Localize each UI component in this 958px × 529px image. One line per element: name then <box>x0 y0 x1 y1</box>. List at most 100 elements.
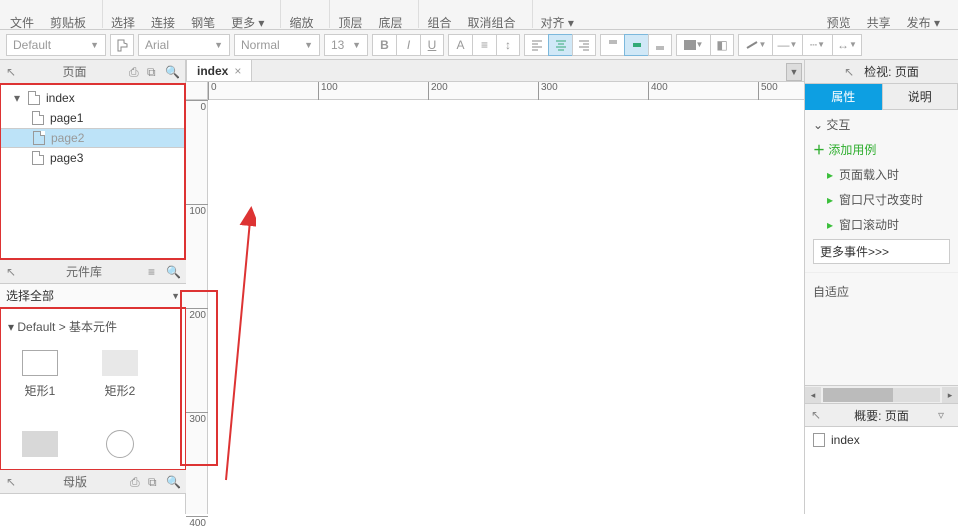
bullets-button[interactable]: ≡ <box>472 34 496 56</box>
line-width-button[interactable]: — ▼ <box>772 34 802 56</box>
connect-tool[interactable]: 连接 <box>147 0 179 31</box>
style-paint-button[interactable] <box>110 34 134 56</box>
align-right-button[interactable] <box>572 34 596 56</box>
search-icon[interactable]: 🔍 <box>165 65 179 79</box>
clipboard-group[interactable]: 剪贴板 <box>46 0 90 31</box>
interactions-header[interactable]: ⌄ 交互 <box>813 116 950 133</box>
event-resize[interactable]: ▸窗口尺寸改变时 <box>813 191 950 208</box>
group-button[interactable]: 组合 <box>423 0 455 31</box>
zoom-control[interactable]: 缩放 <box>285 0 317 31</box>
align-menu[interactable]: 对齐 ▾ <box>537 0 578 31</box>
v-align-group <box>600 34 672 56</box>
publish-menu[interactable]: 发布 ▾ <box>903 0 944 31</box>
search-icon[interactable]: 🔍 <box>166 265 180 279</box>
event-icon: ▸ <box>827 218 833 232</box>
tree-child-selected[interactable]: page2 <box>0 128 185 148</box>
tree-root[interactable]: ▾ index <box>0 88 185 108</box>
align-middle-button[interactable] <box>624 34 648 56</box>
rect-icon <box>22 350 58 376</box>
more-events-button[interactable]: 更多事件>>> <box>813 239 950 264</box>
add-folder-icon[interactable]: ⧉ <box>148 475 162 489</box>
adaptive-section[interactable]: 自适应 <box>805 272 958 310</box>
horizontal-ruler[interactable]: 0100200300400500 <box>208 82 804 100</box>
add-case-link[interactable]: ＋ 添加用例 <box>813 141 950 158</box>
collapse-icon[interactable]: ↖ <box>6 265 20 279</box>
italic-button[interactable]: I <box>396 34 420 56</box>
text-color-group: A ≡ ↕ <box>448 34 520 56</box>
page-icon <box>32 111 44 125</box>
style-select[interactable]: Default▼ <box>6 34 106 56</box>
size-select[interactable]: 13▼ <box>324 34 368 56</box>
widget-rect1[interactable]: 矩形1 <box>0 339 80 409</box>
format-toolbar: Default▼ Arial▼ Normal▼ 13▼ B I U A ≡ ↕ … <box>0 30 958 60</box>
vertical-ruler[interactable]: 0100200300400 <box>186 100 208 514</box>
select-tool[interactable]: 选择 <box>107 0 139 31</box>
share-button[interactable]: 共享 <box>863 0 895 31</box>
add-master-icon[interactable]: ⎙ <box>130 475 144 489</box>
menu-icon[interactable]: ≡ <box>148 265 162 279</box>
ruler-corner <box>186 82 208 100</box>
line-dash-button[interactable]: ┄ ▼ <box>802 34 832 56</box>
scroll-right[interactable]: ▸ <box>942 387 958 403</box>
more-tools[interactable]: 更多 ▾ <box>227 0 268 31</box>
font-select[interactable]: Arial▼ <box>138 34 230 56</box>
canvas[interactable] <box>208 100 804 514</box>
collapse-icon[interactable]: ↖ <box>6 65 20 79</box>
add-page-icon[interactable]: ⎙ <box>129 65 143 79</box>
text-color-button[interactable]: A <box>448 34 472 56</box>
page-name: page1 <box>50 111 83 125</box>
weight-select[interactable]: Normal▼ <box>234 34 320 56</box>
preview-button[interactable]: 预览 <box>823 0 855 31</box>
text-style-group: B I U <box>372 34 444 56</box>
collapse-icon[interactable]: ↖ <box>6 475 20 489</box>
tree-child[interactable]: page3 <box>0 148 185 168</box>
line-color-button[interactable]: ▼ <box>738 34 772 56</box>
page-name: page3 <box>50 151 83 165</box>
align-bottom-button[interactable] <box>648 34 672 56</box>
widget-rect2[interactable]: 矩形2 <box>80 339 160 409</box>
outline-header: ↖ 概要: 页面 ▿ <box>805 403 958 427</box>
fill-group: ▼ ◧ <box>676 34 734 56</box>
bring-front[interactable]: 顶层 <box>334 0 366 31</box>
outline-row[interactable]: index <box>813 433 950 447</box>
filter-icon[interactable]: ▿ <box>938 408 952 422</box>
masters-panel-header: ↖ 母版 ⎙ ⧉ 🔍 <box>0 470 186 494</box>
widget-rect3[interactable] <box>0 409 80 470</box>
tab-properties[interactable]: 属性 <box>805 84 882 110</box>
library-filter[interactable]: 选择全部▼ <box>0 284 186 308</box>
toggle-icon[interactable]: ▾ <box>12 91 22 105</box>
align-left-button[interactable] <box>524 34 548 56</box>
scroll-thumb[interactable] <box>823 388 893 402</box>
library-group[interactable]: ▾ Default > 基本元件 <box>0 314 186 339</box>
send-back[interactable]: 底层 <box>374 0 406 31</box>
widget-ellipse[interactable] <box>80 409 160 470</box>
canvas-tab[interactable]: index× <box>186 59 252 81</box>
search-icon[interactable]: 🔍 <box>166 475 180 489</box>
tab-notes[interactable]: 说明 <box>882 84 958 110</box>
ungroup-button[interactable]: 取消组合 <box>464 0 520 31</box>
inspector-scrollbar[interactable]: ◂ ▸ <box>805 385 958 403</box>
align-center-button[interactable] <box>548 34 572 56</box>
line-spacing-button[interactable]: ↕ <box>496 34 520 56</box>
fill-color-button[interactable]: ▼ <box>676 34 710 56</box>
scroll-left[interactable]: ◂ <box>805 387 821 403</box>
collapse-icon[interactable]: ↖ <box>811 408 825 422</box>
close-icon[interactable]: × <box>234 64 241 78</box>
arrow-style-button[interactable]: ↔ ▼ <box>832 34 862 56</box>
right-sidebar: ↖ 检视: 页面 属性 说明 ⌄ 交互 ＋ 添加用例 ▸页面载入时 ▸窗口尺寸改… <box>804 60 958 514</box>
file-menu[interactable]: 文件 <box>6 0 38 31</box>
main-toolbar: 文件 剪贴板 选择 连接 钢笔 更多 ▾ 缩放 顶层 底层 组合 取消组合 对齐… <box>0 0 958 30</box>
align-top-button[interactable] <box>600 34 624 56</box>
outline-title: 概要: 页面 <box>829 407 934 424</box>
collapse-icon[interactable]: ↖ <box>844 65 858 79</box>
event-onload[interactable]: ▸页面载入时 <box>813 166 950 183</box>
opacity-button[interactable]: ◧ <box>710 34 734 56</box>
event-scroll[interactable]: ▸窗口滚动时 <box>813 216 950 233</box>
underline-button[interactable]: U <box>420 34 444 56</box>
tree-child[interactable]: page1 <box>0 108 185 128</box>
masters-panel-title: 母版 <box>24 473 126 490</box>
bold-button[interactable]: B <box>372 34 396 56</box>
add-folder-icon[interactable]: ⧉ <box>147 65 161 79</box>
pen-tool[interactable]: 钢笔 <box>187 0 219 31</box>
tab-dropdown[interactable]: ▼ <box>786 63 802 81</box>
